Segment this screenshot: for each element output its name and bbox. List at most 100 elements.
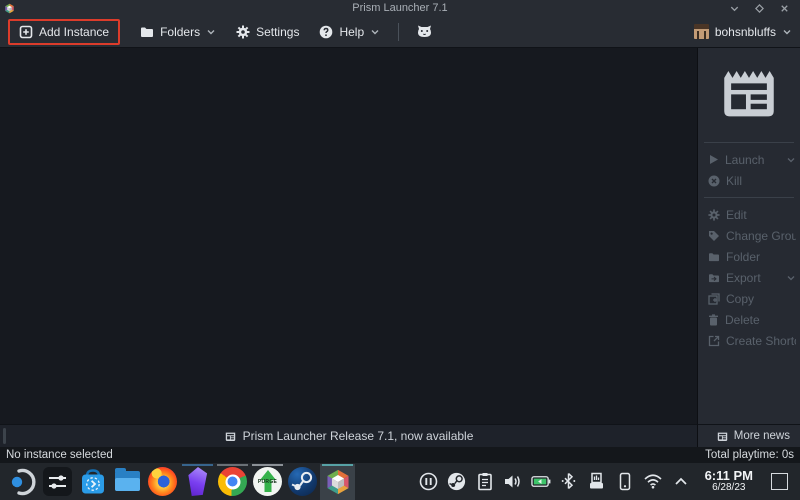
gear-icon: [236, 25, 250, 39]
action-label: Copy: [726, 292, 796, 306]
discover-store-icon: [79, 468, 107, 496]
action-label: Kill: [726, 174, 796, 188]
newspaper-icon: [716, 431, 729, 442]
sidebar-action-copy[interactable]: Copy: [698, 288, 800, 309]
folder-icon: [140, 26, 154, 38]
task-indicator: [217, 464, 248, 466]
settings-sliders-icon: [43, 467, 72, 496]
usb-device-tray-icon[interactable]: [587, 472, 607, 491]
action-label: Folder: [726, 250, 796, 264]
purge-label: PURGE: [258, 479, 277, 485]
sidebar-action-folder[interactable]: Folder: [698, 246, 800, 267]
settings-button[interactable]: Settings: [228, 20, 307, 44]
file-manager-icon: [113, 467, 142, 496]
help-button[interactable]: Help: [311, 20, 388, 44]
purge-button[interactable]: PURGE: [250, 464, 285, 500]
instance-list-area[interactable]: [0, 48, 697, 424]
add-instance-button[interactable]: Add Instance: [8, 19, 120, 45]
clock[interactable]: 6:11 PM 6/28/23: [699, 469, 759, 493]
bluetooth-tray-icon[interactable]: [559, 472, 579, 490]
volume-tray-icon[interactable]: [503, 473, 523, 490]
more-news-label: More news: [734, 430, 790, 442]
account-name: bohsnbluffs: [715, 25, 776, 39]
maximize-button[interactable]: [754, 3, 765, 14]
tray-expander-caret-icon[interactable]: [671, 477, 691, 486]
total-playtime: Total playtime: 0s: [705, 449, 794, 461]
news-message: Prism Launcher Release 7.1, now availabl…: [243, 429, 474, 443]
folder-icon: [708, 252, 720, 262]
task-indicator: [322, 464, 353, 466]
prism-launcher-button[interactable]: [320, 464, 355, 500]
file-manager-button[interactable]: [110, 464, 145, 500]
battery-tray-icon[interactable]: [531, 475, 551, 488]
sidebar-action-delete[interactable]: Delete: [698, 309, 800, 330]
peek-desktop-button[interactable]: [771, 473, 788, 490]
steam-button[interactable]: [285, 464, 320, 500]
chevron-down-icon: [786, 274, 796, 282]
media-pause-tray-icon[interactable]: [419, 472, 439, 491]
sidebar-separator: [704, 142, 794, 143]
status-left: No instance selected: [6, 449, 113, 461]
chevron-down-icon: [786, 156, 796, 164]
window-titlebar[interactable]: Prism Launcher 7.1: [0, 0, 800, 16]
cat-icon: [417, 25, 432, 38]
minimize-button[interactable]: [729, 3, 740, 14]
shortcut-icon: [708, 335, 720, 347]
action-label: Delete: [725, 313, 796, 327]
folders-label: Folders: [160, 25, 200, 39]
sidebar-action-launch[interactable]: Launch: [698, 149, 800, 170]
copy-icon: [708, 293, 720, 305]
sidebar-action-kill[interactable]: Kill: [698, 170, 800, 191]
news-toolbar-grip[interactable]: [3, 428, 6, 444]
newspaper-icon: [224, 431, 237, 442]
trash-icon: [708, 314, 719, 326]
account-avatar: [694, 24, 709, 39]
close-button[interactable]: [779, 3, 790, 14]
phone-connect-tray-icon[interactable]: [615, 472, 635, 491]
news-placeholder-icon: [698, 54, 800, 136]
purge-icon: PURGE: [253, 467, 282, 496]
firefox-icon: [148, 467, 177, 496]
chrome-icon: [218, 467, 247, 496]
system-tray: 6:11 PM 6/28/23: [419, 469, 800, 493]
action-label: Launch: [725, 153, 780, 167]
news-ticker[interactable]: Prism Launcher Release 7.1, now availabl…: [0, 424, 697, 447]
chevron-down-icon: [370, 28, 380, 36]
clipboard-tray-icon[interactable]: [475, 472, 495, 491]
cat-toggle-button[interactable]: [409, 20, 440, 43]
clock-time: 6:11 PM: [705, 469, 753, 483]
kill-icon: [708, 175, 720, 187]
chrome-button[interactable]: [215, 464, 250, 500]
task-indicator: [182, 464, 213, 466]
sidebar-action-create-shortcut[interactable]: Create Shortcut: [698, 330, 800, 351]
sidebar-action-change-group[interactable]: Change Group: [698, 225, 800, 246]
chevron-down-icon: [206, 28, 216, 36]
task-indicator: [252, 464, 283, 466]
add-instance-label: Add Instance: [39, 25, 109, 39]
action-label: Change Group: [726, 229, 796, 243]
settings-sliders-button[interactable]: [40, 464, 75, 500]
obsidian-button[interactable]: [180, 464, 215, 500]
folders-button[interactable]: Folders: [132, 20, 224, 44]
toolbar-separator: [398, 23, 399, 41]
steam-tray-icon[interactable]: [447, 472, 467, 491]
help-label: Help: [339, 25, 364, 39]
app-launcher-button[interactable]: [5, 464, 40, 500]
app-launcher-icon: [9, 468, 37, 496]
firefox-button[interactable]: [145, 464, 180, 500]
more-news-button[interactable]: More news: [697, 424, 800, 447]
desktop: Prism Launcher 7.1 Add Instance: [0, 0, 800, 500]
discover-store-button[interactable]: [75, 464, 110, 500]
sidebar-action-export[interactable]: Export: [698, 267, 800, 288]
action-label: Edit: [726, 208, 796, 222]
gear-icon: [708, 209, 720, 221]
sidebar-action-edit[interactable]: Edit: [698, 204, 800, 225]
tag-icon: [708, 230, 720, 242]
export-icon: [708, 273, 720, 283]
clock-date: 6/28/23: [705, 483, 753, 494]
account-menu[interactable]: bohsnbluffs: [694, 24, 792, 39]
main-toolbar: Add Instance Folders Settings: [0, 16, 800, 48]
chevron-down-icon: [782, 28, 792, 36]
wifi-tray-icon[interactable]: [643, 473, 663, 489]
taskbar: PURGE: [0, 462, 800, 500]
